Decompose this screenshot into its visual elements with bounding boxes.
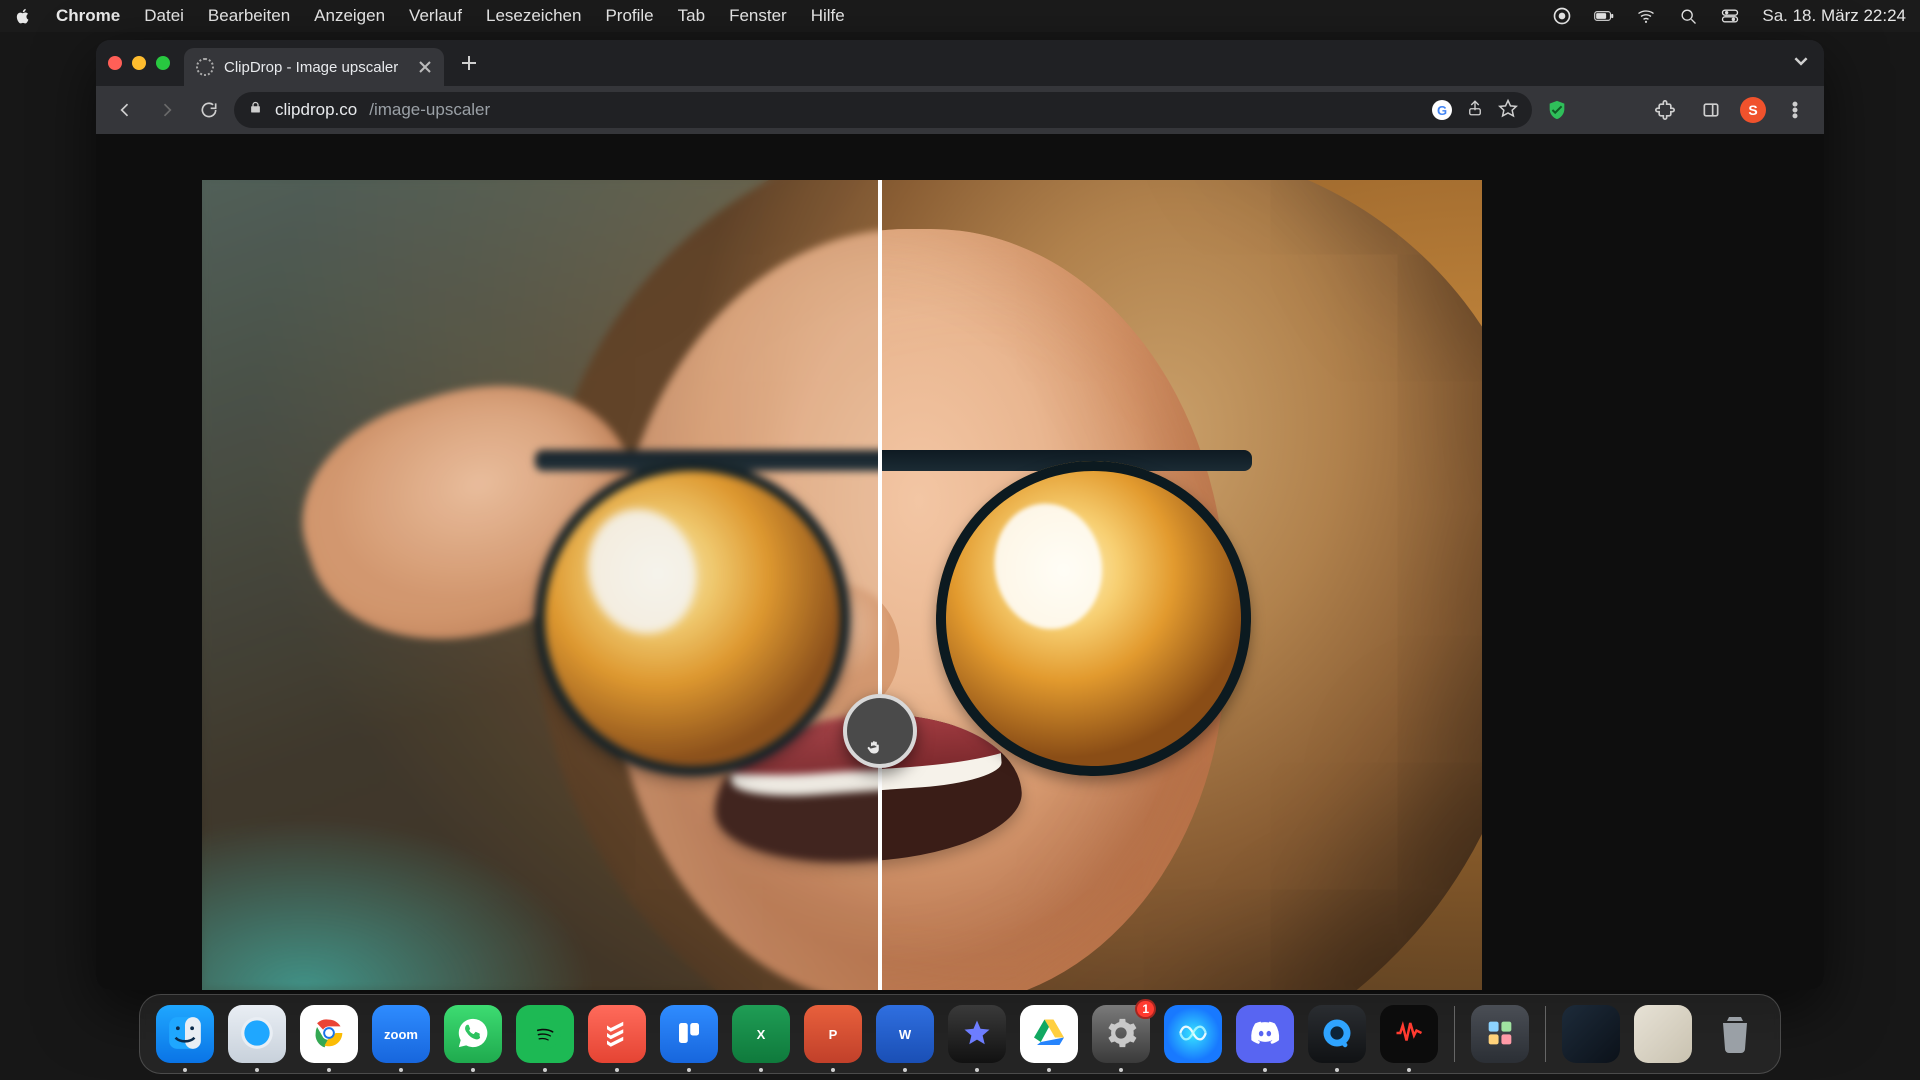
- dock-app-whatsapp[interactable]: [444, 1005, 502, 1063]
- google-account-chip-icon[interactable]: G: [1432, 100, 1452, 120]
- nav-forward-button[interactable]: [150, 93, 184, 127]
- dock-app-word[interactable]: W: [876, 1005, 934, 1063]
- menubar-datetime[interactable]: Sa. 18. März 22:24: [1762, 6, 1906, 26]
- dock-separator: [1545, 1006, 1546, 1062]
- dock-launchpad-icon[interactable]: [1471, 1005, 1529, 1063]
- nav-reload-button[interactable]: [192, 93, 226, 127]
- bookmark-star-button[interactable]: [1498, 98, 1518, 123]
- compare-divider[interactable]: [878, 180, 882, 990]
- dock-app-excel[interactable]: X: [732, 1005, 790, 1063]
- dock-trash-icon[interactable]: [1706, 1005, 1764, 1063]
- dock-app-chrome[interactable]: [300, 1005, 358, 1063]
- dock-app-voice-memos[interactable]: [1380, 1005, 1438, 1063]
- dock-app-trello[interactable]: [660, 1005, 718, 1063]
- dock-minimized-window-2[interactable]: [1634, 1005, 1692, 1063]
- window-controls: [108, 56, 170, 70]
- extensions-puzzle-button[interactable]: [1648, 93, 1682, 127]
- battery-icon[interactable]: [1594, 6, 1614, 26]
- dock-app-settings[interactable]: 1: [1092, 1005, 1150, 1063]
- wifi-icon[interactable]: [1636, 6, 1656, 26]
- chrome-window: ClipDrop - Image upscaler clipdrop.co/im…: [96, 40, 1824, 990]
- dock-app-zoom[interactable]: zoom: [372, 1005, 430, 1063]
- image-compare-widget[interactable]: [202, 180, 1482, 990]
- macos-dock: zoom XPW 1: [139, 994, 1781, 1074]
- page-viewport: [96, 134, 1824, 990]
- side-panel-button[interactable]: [1694, 93, 1728, 127]
- grab-cursor-icon: [865, 738, 883, 756]
- extension-2-icon[interactable]: [1580, 99, 1602, 121]
- url-path: /image-upscaler: [369, 100, 490, 120]
- menu-bearbeiten[interactable]: Bearbeiten: [208, 6, 290, 26]
- spotlight-search-icon[interactable]: [1678, 6, 1698, 26]
- window-close-button[interactable]: [108, 56, 122, 70]
- dock-app-discord[interactable]: [1236, 1005, 1294, 1063]
- tab-favicon-icon: [196, 58, 214, 76]
- extensions-area: S: [1540, 93, 1812, 127]
- browser-toolbar: clipdrop.co/image-upscaler G S: [96, 86, 1824, 134]
- apple-logo-icon[interactable]: [14, 7, 32, 25]
- active-app-name[interactable]: Chrome: [56, 6, 120, 26]
- control-center-icon[interactable]: [1720, 6, 1740, 26]
- menu-verlauf[interactable]: Verlauf: [409, 6, 462, 26]
- extension-shield-icon[interactable]: [1546, 99, 1568, 121]
- share-button[interactable]: [1466, 99, 1484, 122]
- address-bar[interactable]: clipdrop.co/image-upscaler G: [234, 92, 1532, 128]
- dock-minimized-window-1[interactable]: [1562, 1005, 1620, 1063]
- menu-datei[interactable]: Datei: [144, 6, 184, 26]
- dock-separator: [1454, 1006, 1455, 1062]
- dock-app-quicktime[interactable]: [1308, 1005, 1366, 1063]
- extension-3-icon[interactable]: [1614, 99, 1636, 121]
- dock-app-siri[interactable]: [1164, 1005, 1222, 1063]
- dock-app-drive[interactable]: [1020, 1005, 1078, 1063]
- window-minimize-button[interactable]: [132, 56, 146, 70]
- macos-menubar: Chrome Datei Bearbeiten Anzeigen Verlauf…: [0, 0, 1920, 32]
- dock-app-safari[interactable]: [228, 1005, 286, 1063]
- dock-app-spotify[interactable]: [516, 1005, 574, 1063]
- menu-anzeigen[interactable]: Anzeigen: [314, 6, 385, 26]
- screen-record-icon[interactable]: [1552, 6, 1572, 26]
- url-host: clipdrop.co: [275, 100, 357, 120]
- menu-hilfe[interactable]: Hilfe: [811, 6, 845, 26]
- nav-back-button[interactable]: [108, 93, 142, 127]
- chrome-menu-button[interactable]: [1778, 93, 1812, 127]
- compare-slider-handle[interactable]: [843, 694, 917, 768]
- browser-tab-active[interactable]: ClipDrop - Image upscaler: [184, 48, 444, 86]
- dock-app-todoist[interactable]: [588, 1005, 646, 1063]
- new-tab-button[interactable]: [454, 48, 484, 78]
- tab-strip: ClipDrop - Image upscaler: [96, 40, 1824, 86]
- dock-app-finder[interactable]: [156, 1005, 214, 1063]
- profile-avatar-button[interactable]: S: [1740, 97, 1766, 123]
- dock-app-powerpoint[interactable]: P: [804, 1005, 862, 1063]
- tab-title: ClipDrop - Image upscaler: [224, 59, 398, 76]
- tab-close-button[interactable]: [416, 58, 434, 76]
- menu-fenster[interactable]: Fenster: [729, 6, 787, 26]
- lock-icon[interactable]: [248, 100, 263, 120]
- image-before: [202, 180, 880, 990]
- dock-app-imovie[interactable]: [948, 1005, 1006, 1063]
- window-fullscreen-button[interactable]: [156, 56, 170, 70]
- menu-profile[interactable]: Profile: [605, 6, 653, 26]
- menu-lesezeichen[interactable]: Lesezeichen: [486, 6, 581, 26]
- tab-overflow-button[interactable]: [1792, 52, 1810, 75]
- menu-tab[interactable]: Tab: [678, 6, 705, 26]
